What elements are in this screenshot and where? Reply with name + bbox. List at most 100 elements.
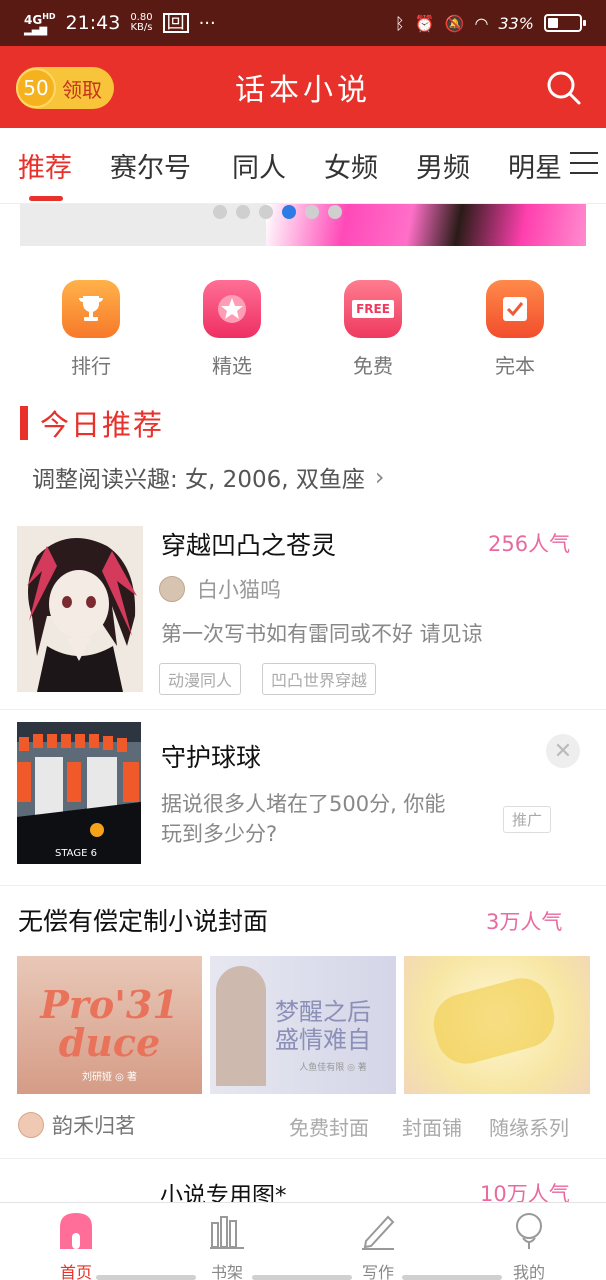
ad-card[interactable]: STAGE 6 守护球球 据说很多人堵在了500分, 你能 玩到多少分? ✕ xyxy=(0,710,606,886)
tab-fanfic[interactable]: 同人 xyxy=(232,146,286,185)
popularity-count: 256人气 xyxy=(488,532,571,556)
owner-name: 韵禾归茗 xyxy=(52,1114,136,1138)
author-name: 白小猫呜 xyxy=(197,578,281,602)
carousel-dot-active[interactable] xyxy=(282,205,296,219)
tag-link[interactable]: 免费封面 xyxy=(289,1112,369,1141)
network-speed: 0.80 KB/s xyxy=(130,13,152,33)
section-header-today: 今日推荐 xyxy=(20,402,164,444)
ad-title: 守护球球 xyxy=(161,743,262,772)
carousel-dots xyxy=(213,205,342,219)
quick-link-free[interactable]: FREE 免费 xyxy=(344,280,402,379)
home-icon xyxy=(60,1213,92,1249)
battery-fill xyxy=(548,18,558,28)
clock: 21:43 xyxy=(65,12,121,34)
wifi-icon: ◠ xyxy=(474,13,489,33)
app-title: 话本小说 xyxy=(235,73,371,108)
cover-thumbnail-3[interactable] xyxy=(404,956,590,1094)
owner-row[interactable]: 韵禾归茗 xyxy=(18,1110,136,1140)
pencil-icon xyxy=(362,1215,395,1250)
claim-label: 领取 xyxy=(62,77,102,102)
book-tag[interactable]: 动漫同人 xyxy=(159,663,242,695)
tag-link[interactable]: 封面铺 xyxy=(402,1112,462,1141)
tab-seer[interactable]: 赛尔号 xyxy=(110,146,191,185)
thumbnail-subtitle: duce xyxy=(58,1020,161,1065)
quick-link-label: 免费 xyxy=(353,354,393,378)
nav-label: 我的 xyxy=(512,1263,545,1280)
book-description: 第一次写书如有雷同或不好 请见谅 xyxy=(161,622,483,646)
ad-image: STAGE 6 xyxy=(17,722,141,864)
thumbnail-subtitle: 盛情难自 xyxy=(275,1026,371,1054)
ad-description-line1: 据说很多人堵在了500分, 你能 xyxy=(161,792,446,816)
nav-home[interactable]: 首页 xyxy=(41,1211,111,1280)
nav-profile[interactable]: 我的 xyxy=(494,1211,564,1280)
section-accent-bar xyxy=(20,406,28,440)
close-icon[interactable]: ✕ xyxy=(546,734,580,768)
bookshelf-icon xyxy=(210,1216,244,1249)
quick-link-ranking[interactable]: 排行 xyxy=(62,280,120,379)
app-header: 50 领取 话本小说 xyxy=(0,46,606,128)
thumbnail-author: 刘研娅 ◎ 著 xyxy=(81,1072,138,1083)
tab-male[interactable]: 男频 xyxy=(416,146,470,185)
trophy-icon xyxy=(62,280,120,338)
book-card[interactable]: 穿越凹凸之苍灵 256人气 白小猫呜 第一次写书如有雷同或不好 请见谅 动漫同人… xyxy=(0,508,606,710)
avatar xyxy=(18,1112,44,1138)
gesture-bar xyxy=(96,1275,196,1280)
category-tabs: 推荐 赛尔号 同人 女频 男频 明星 xyxy=(0,128,606,204)
menu-icon[interactable] xyxy=(570,152,598,180)
bluetooth-icon: ᛒ xyxy=(395,13,405,33)
carousel-dot[interactable] xyxy=(305,205,319,219)
gesture-bar xyxy=(252,1275,352,1280)
nav-write[interactable]: 写作 xyxy=(343,1211,413,1280)
stage-label: STAGE 6 xyxy=(55,848,97,859)
quick-link-complete[interactable]: 完本 xyxy=(486,280,544,379)
chevron-right-icon: › xyxy=(374,463,385,491)
battery-icon xyxy=(544,14,586,32)
nav-bookshelf[interactable]: 书架 xyxy=(192,1211,262,1280)
star-icon xyxy=(203,280,261,338)
quick-link-label: 完本 xyxy=(495,354,535,378)
alarm-icon: ⏰ xyxy=(414,13,435,33)
adjust-interest-link[interactable]: 调整阅读兴趣: 女, 2006, 双鱼座 › xyxy=(32,460,384,494)
tab-recommend[interactable]: 推荐 xyxy=(18,146,72,185)
avatar xyxy=(159,576,185,602)
tag-link[interactable]: 随缘系列 xyxy=(489,1112,569,1141)
cover-thumbnail-1[interactable]: Pro'31 duce 刘研娅 ◎ 著 xyxy=(17,956,202,1094)
author-row[interactable]: 白小猫呜 xyxy=(159,574,281,604)
book-title: 穿越凹凸之苍灵 xyxy=(161,531,337,560)
carousel-dot[interactable] xyxy=(259,205,273,219)
coin-count: 50 xyxy=(16,68,56,108)
promo-badge: 推广 xyxy=(503,806,552,833)
tab-female[interactable]: 女频 xyxy=(324,146,378,185)
speed-unit: KB/s xyxy=(130,22,153,33)
book-cover xyxy=(17,526,143,692)
thumbnail-author: 人鱼佳有限 ◎ 著 xyxy=(299,1063,367,1073)
carousel-dot[interactable] xyxy=(236,205,250,219)
status-bar: 4GHD ▂▄▆ 21:43 0.80 KB/s 回 ··· ᛒ ⏰ 🔕 ◠ 3… xyxy=(0,0,606,46)
active-tab-indicator xyxy=(29,196,63,201)
gesture-bar xyxy=(402,1275,502,1280)
free-tag-icon: FREE xyxy=(344,280,402,338)
popularity-count: 3万人气 xyxy=(486,910,563,934)
mute-icon: 🔕 xyxy=(444,13,465,33)
network-indicator: 4GHD ▂▄▆ xyxy=(24,11,56,36)
search-icon[interactable] xyxy=(546,70,582,106)
quick-link-featured[interactable]: 精选 xyxy=(203,280,261,379)
signal-icon: ▂▄▆ xyxy=(24,24,48,36)
thumbnail-art xyxy=(426,971,562,1071)
ad-description-line2: 玩到多少分? xyxy=(161,822,278,846)
cover-thumbnail-2[interactable]: 梦醒之后 盛情难自 人鱼佳有限 ◎ 著 xyxy=(210,956,396,1094)
claim-coins-button[interactable]: 50 领取 xyxy=(16,67,114,109)
carousel-dot[interactable] xyxy=(213,205,227,219)
more-notifications: ··· xyxy=(198,12,216,34)
section-title: 今日推荐 xyxy=(40,408,165,442)
check-icon xyxy=(486,280,544,338)
notification-icon: 回 xyxy=(162,13,189,33)
tab-star[interactable]: 明星 xyxy=(508,146,562,185)
profile-icon xyxy=(516,1213,542,1249)
section-divider xyxy=(0,1158,606,1159)
carousel-dot[interactable] xyxy=(328,205,342,219)
book-tag[interactable]: 凹凸世界穿越 xyxy=(262,663,377,695)
bottom-nav: 首页 书架 写作 我的 xyxy=(0,1202,606,1280)
quick-link-label: 排行 xyxy=(71,354,111,378)
section-title-covers[interactable]: 无偿有偿定制小说封面 xyxy=(18,902,268,938)
